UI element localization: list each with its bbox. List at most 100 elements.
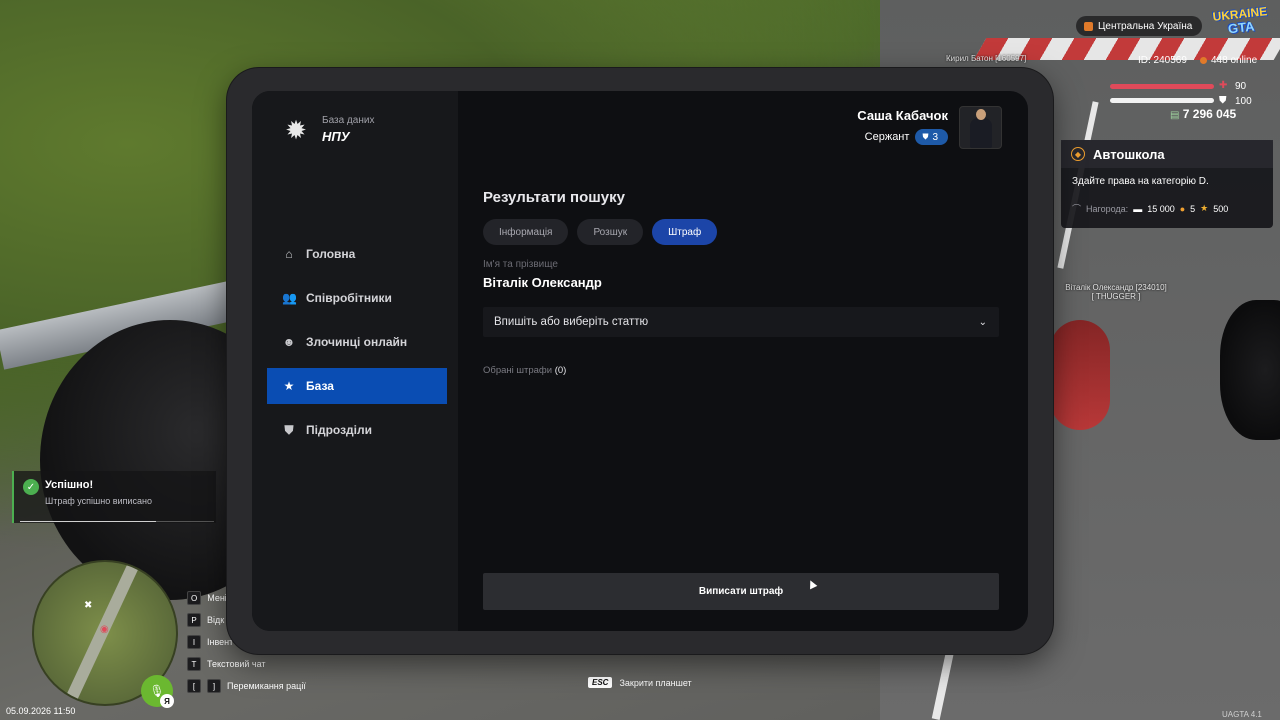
key-label: Перемикання рації [227,681,306,691]
region-icon [1084,21,1093,31]
key-label: Текстовий чат [207,659,266,669]
quest-reward: ⌒ Нагорода: ▬ 15 000 ● 5 ★ 500 [1061,187,1273,215]
key-label: Мені [207,593,227,603]
nameplate-player-tag: [ THUGGER ] [1091,292,1141,301]
sidebar-item-label: Головна [306,247,356,261]
name-field-label: Ім'я та прізвище [483,259,558,270]
record-tabs: Інформація Розшук Штраф [483,219,718,245]
close-tablet-hint: ESC Закрити планшет [588,677,692,688]
success-notification: ✓ Успішно! Штраф успішно виписано [12,471,216,523]
tab-information[interactable]: Інформація [483,219,569,245]
money-icon: ▤ [1170,110,1180,121]
notification-progress [20,521,214,522]
sidebar-item-label: Злочинці онлайн [306,335,408,349]
reward-icon: ⌒ [1072,204,1082,214]
police-tablet: ✹ База даних НПУ ⌂ Головна 👥 Співробітни… [227,68,1053,654]
sidebar-item-label: Підрозділи [306,423,372,437]
cash-icon: ▬ [1133,203,1143,214]
tablet-screen: ✹ База даних НПУ ⌂ Головна 👥 Співробітни… [252,91,1028,631]
notification-progress-fill [20,521,156,522]
shield-icon: ⛊ [284,422,294,437]
esc-label: Закрити планшет [619,677,692,688]
chevron-down-icon: ⌄ [978,316,987,328]
reward-label: Нагорода: [1086,203,1129,214]
sidebar: ✹ База даних НПУ ⌂ Головна 👥 Співробітни… [252,91,458,631]
reward-money: 15 000 [1147,203,1175,214]
version-label: UAGTA 4.1 [1222,710,1262,719]
sidebar-item-database[interactable]: ★ База [267,368,447,404]
page-title: Результати пошуку [483,189,625,206]
key-cap: ] [207,679,221,693]
coin-icon: ● [1179,203,1186,214]
brand-title: НПУ [322,129,350,144]
region-label: Центральна Україна [1098,20,1193,32]
key-cap: P [187,613,201,627]
notification-text: Штраф успішно виписано [45,496,152,506]
money-value: 7 296 045 [1182,107,1237,121]
armor-icon: ⛊ [1219,95,1227,106]
background-car [1220,300,1280,440]
health-icon: ✚ [1219,80,1228,91]
article-select[interactable]: Впишіть або виберіть статтю ⌄ [483,307,999,337]
tab-wanted[interactable]: Розшук [577,219,644,245]
background-player [1050,320,1110,430]
key-label: Відк [207,615,225,625]
sidebar-item-label: База [306,379,334,393]
quest-diamond-icon: ◆ [1071,147,1085,161]
check-icon: ✓ [23,479,39,495]
money-display: ▤ 7 296 045 [1170,107,1236,121]
quest-card: ◆ Автошкола Здайте права на категорію D.… [1061,140,1273,228]
key-cap: O [187,591,202,605]
main-content: Результати пошуку Інформація Розшук Штра… [483,91,1003,631]
armor-value: 100 [1235,96,1252,107]
online-count: 448 online [1200,55,1257,66]
selected-fines: Обрані штрафи (0) [483,365,566,376]
tab-fine[interactable]: Штраф [652,219,718,245]
armor-bar [1110,98,1214,103]
star-icon: ★ [1200,203,1209,213]
quest-description: Здайте права на категорію D. [1072,176,1209,187]
game-logo: UKRAINE GTA [1211,4,1270,45]
mask-icon: ☻ [282,335,296,349]
sidebar-item-home[interactable]: ⌂ Головна [267,236,447,272]
nameplate-top: Кирил Батон [160597] [946,54,1027,63]
key-cap: I [187,635,201,649]
selected-fines-label: Обрані штрафи [483,365,553,376]
key-label: Інвент [207,637,234,647]
player-id: ID: 240569 [1138,55,1187,66]
reward-stars: 500 [1213,203,1229,214]
region-badge: Центральна Україна [1076,16,1203,36]
nameplate-player: Віталік Олександр [234010] [ THUGGER ] [1054,283,1178,301]
player-marker-icon: ◉ [100,624,109,635]
online-label: 448 online [1211,55,1258,66]
datetime: 05.09.2026 11:50 [6,706,76,716]
sidebar-nav: ⌂ Головна 👥 Співробітники ☻ Злочинці онл… [267,236,447,456]
name-field-value: Віталік Олександр [483,275,602,290]
nameplate-player-name: Віталік Олександр [234010] [1065,283,1167,292]
health-bar [1110,84,1214,89]
key-cap: T [187,657,201,671]
brand-subtitle: База даних [322,115,375,126]
key-hint-row: [ ] Перемикання рації [187,675,306,697]
sidebar-item-criminals[interactable]: ☻ Злочинці онлайн [267,324,447,360]
home-icon: ⌂ [285,247,293,261]
police-emblem-icon: ✹ [285,115,307,145]
sidebar-item-employees[interactable]: 👥 Співробітники [267,280,447,316]
key-cap: [ [187,679,201,693]
online-icon [1200,57,1207,64]
sidebar-item-units[interactable]: ⛊ Підрозділи [267,412,447,448]
star-icon: ★ [283,379,295,393]
mic-badge: Я [160,694,174,708]
reward-coins: 5 [1190,203,1196,214]
map-tools-icon: ✖ [84,600,93,611]
esc-key: ESC [588,677,613,688]
key-hint-row: T Текстовий чат [187,653,306,675]
users-icon: 👥 [282,291,297,305]
article-select-placeholder: Впишіть або виберіть статтю [494,316,649,328]
selected-fines-count: (0) [554,365,567,376]
issue-fine-button[interactable]: Виписати штраф [483,573,999,610]
notification-title: Успішно! [45,479,94,491]
quest-title: Автошкола [1093,146,1165,162]
health-value: 90 [1235,81,1247,92]
sidebar-item-label: Співробітники [306,291,392,305]
